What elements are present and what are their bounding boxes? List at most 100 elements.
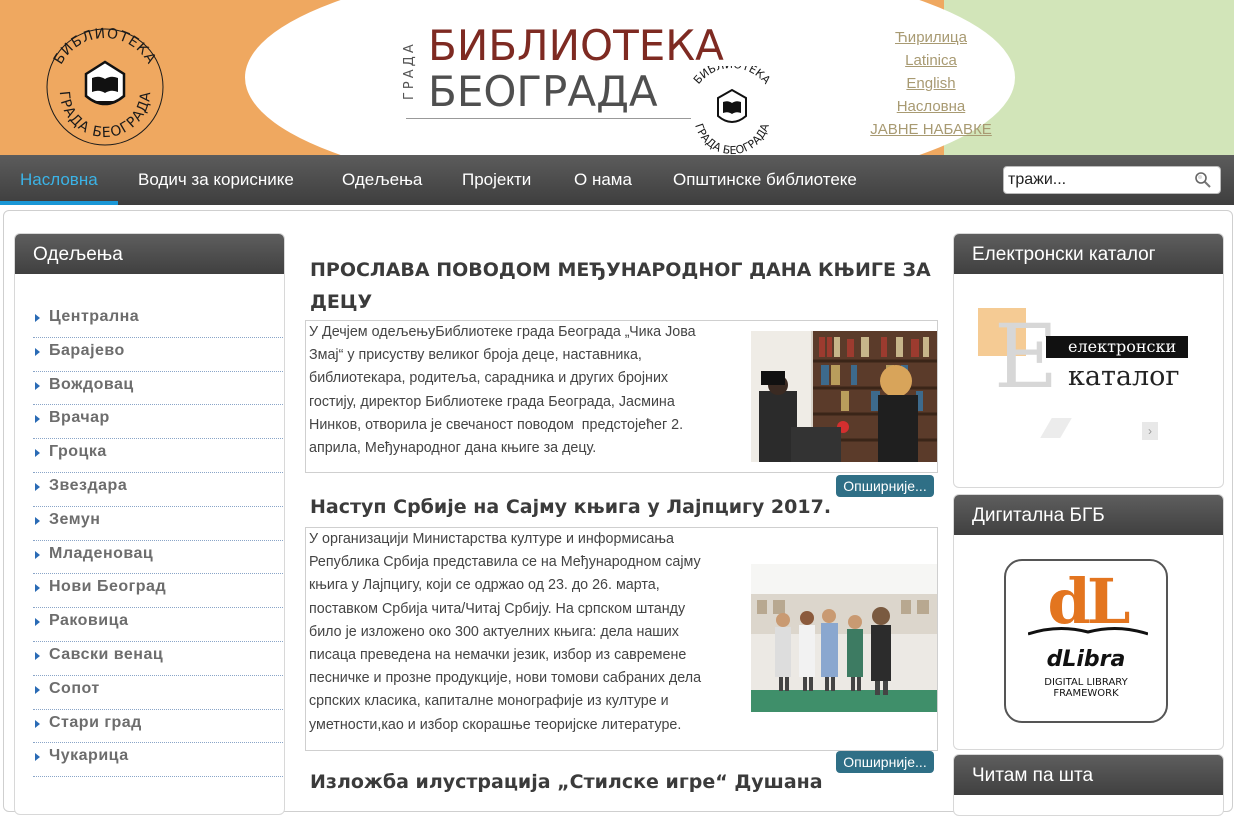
sidebar-title: Одељења [15, 234, 284, 274]
nav-projects[interactable]: Пројекти [462, 155, 531, 205]
arrow-bullet-icon [35, 584, 40, 593]
article-2-photo[interactable] [751, 564, 937, 712]
article-text-line: Република Србија представила се на Међун… [309, 554, 701, 571]
arrow-bullet-icon [35, 618, 40, 627]
dlibra-subtitle-1: DIGITAL LIBRARY [1044, 677, 1128, 688]
language-links: Ћирилица Latinica English Насловна ЈАВНЕ… [866, 26, 996, 141]
article-1-title[interactable]: ПРОСЛАВА ПОВОДОМ МЕЂУНАРОДНОГ ДАНА КЊИГЕ… [310, 254, 931, 318]
sidebar-item-8[interactable]: Нови Београд [33, 574, 283, 609]
arrow-bullet-icon [35, 415, 40, 424]
sidebar-item-6[interactable]: Земун [33, 507, 283, 541]
arrow-bullet-icon [35, 753, 40, 762]
title-divider [406, 118, 691, 119]
sidebar-item-label: Чукарица [49, 747, 129, 765]
sidebar-item-0[interactable]: Централна [33, 304, 283, 338]
electronic-catalog-widget: Електронски каталог E електронски катало… [953, 233, 1224, 488]
sidebar-item-label: Централна [49, 308, 140, 325]
nav-municipal-libraries[interactable]: Општинске библиотеке [673, 155, 857, 205]
article-1-title-line-1: ПРОСЛАВА ПОВОДОМ МЕЂУНАРОДНОГ ДАНА КЊИГЕ… [310, 259, 931, 281]
sidebar-item-label: Младеновац [49, 544, 154, 562]
library-seal-logo[interactable]: БИБЛИОТЕКА ГРАДА БЕОГРАДА [44, 26, 166, 148]
sidebar-item-label: Барајево [49, 341, 125, 359]
search-input[interactable] [1008, 170, 1188, 190]
article-text-line: књига у Лајпцигу, који се одржао од 23. … [309, 577, 660, 594]
arrow-bullet-icon [35, 550, 40, 559]
dlibra-logo[interactable]: dL dLibra DIGITAL LIBRARY FRAMEWORK [1004, 559, 1168, 723]
dlibra-book-icon [1027, 623, 1149, 636]
home-link[interactable]: Насловна [866, 95, 996, 118]
catalog-word-1: електронски [1068, 337, 1177, 356]
article-1-body: У Дечјем одељењуБиблиотеке града Београд… [305, 320, 938, 473]
article-text-line: било је изложено око 300 актуелних књига… [309, 623, 679, 640]
dlibra-name: dLibra [1046, 647, 1126, 672]
catalog-widget-title: Електронски каталог [954, 234, 1223, 274]
sidebar-item-label: Савски венац [49, 645, 164, 663]
search-icon[interactable] [1194, 171, 1212, 189]
lang-english-link[interactable]: English [866, 72, 996, 95]
sidebar-item-12[interactable]: Стари град [33, 710, 283, 744]
article-text-line: српских класика, капиталне монографије и… [309, 693, 669, 710]
lang-cyrillic-link[interactable]: Ћирилица [866, 26, 996, 49]
nav-departments[interactable]: Одељења [342, 155, 422, 205]
sidebar-item-13[interactable]: Чукарица [33, 743, 283, 778]
article-2-title-line-1: Наступ Србије на Сајму књига у Лајпцигу … [310, 496, 832, 518]
title-line-1: БИБЛИОТЕКА [428, 21, 724, 70]
small-seal-logo: БИБЛИОТЕКА ГРАДА БЕОГРАДА [680, 66, 784, 155]
article-3-title-line-1: Изложба илустрација „Стилске игре“ Душан… [310, 771, 823, 793]
digital-widget-title: Дигитална БГБ [954, 495, 1223, 535]
departments-sidebar: Одељења Централна Барајево Вождовац Врачар Г… [14, 233, 285, 815]
sidebar-item-9[interactable]: Раковица [33, 608, 283, 642]
nav-user-guide[interactable]: Водич за кориснике [138, 155, 294, 205]
article-text-line: Нинков, отворила је свечаност поводом пр… [309, 416, 684, 433]
arrow-bullet-icon [35, 482, 40, 491]
article-1-more-button[interactable]: Опширније... [836, 475, 934, 497]
article-text-line: Змај“ у присуству великог броја деце, на… [309, 347, 642, 364]
article-1-photo[interactable] [751, 331, 937, 462]
article-text-line: библиотекара, родитеља, сарадника и друг… [309, 370, 669, 387]
sidebar-item-label: Гроцка [49, 443, 107, 461]
nav-home[interactable]: Насловна [20, 155, 98, 205]
sidebar-item-11[interactable]: Сопот [33, 676, 283, 710]
sidebar-item-4[interactable]: Гроцка [33, 439, 283, 473]
search-box [1003, 166, 1221, 194]
arrow-bullet-icon [35, 381, 40, 390]
lang-latinica-link[interactable]: Latinica [866, 49, 996, 72]
site-header: БИБЛИОТЕКА ГРАДА БЕОГРАДА ГРАДА БИБЛИОТЕ… [0, 0, 1234, 155]
arrow-bullet-icon [35, 685, 40, 694]
article-text-line: априла, Међународног дана књиге за децу. [309, 440, 597, 457]
article-2-text: У организацији Министарства културе и ин… [309, 528, 701, 737]
article-text-line: писаца преведена на немачки језик, избор… [309, 647, 687, 664]
sidebar-item-7[interactable]: Младеновац [33, 541, 283, 575]
sidebar-item-10[interactable]: Савски венац [33, 642, 283, 676]
svg-text:БИБЛИОТЕКА: БИБЛИОТЕКА [691, 66, 773, 87]
sidebar-item-2[interactable]: Вождовац [33, 372, 283, 406]
article-2-title[interactable]: Наступ Србије на Сајму књига у Лајпцигу … [310, 491, 831, 523]
sidebar-item-label: Вождовац [49, 375, 134, 393]
sidebar-item-label: Нови Београд [49, 578, 167, 596]
arrow-bullet-icon [35, 449, 40, 458]
sidebar-item-label: Земун [49, 510, 101, 528]
arrow-bullet-icon [35, 719, 40, 728]
article-2-more-button[interactable]: Опширније... [836, 751, 934, 773]
article-1-text: У Дечјем одељењуБиблиотеке града Београд… [309, 321, 696, 460]
sidebar-item-label: Сопот [49, 679, 100, 697]
article-text-line: поставком Србија чита/Читај Србију. На с… [309, 600, 686, 617]
article-3-title[interactable]: Изложба илустрација „Стилске игре“ Душан… [310, 766, 823, 798]
dlibra-subtitle-2: FRAMEWORK [1053, 688, 1119, 699]
article-text-line: У Дечјем одељењуБиблиотеке града Београд… [309, 324, 696, 340]
nav-about[interactable]: О нама [574, 155, 632, 205]
article-text-line: У организацији Министарства културе и ин… [309, 531, 674, 547]
catalog-banner[interactable]: E електронски каталог › [976, 306, 1191, 448]
article-text-line: уметности,као и избор скорашње теоријске… [309, 716, 682, 733]
nav-active-indicator [0, 201, 118, 205]
sidebar-item-5[interactable]: Звездара [33, 473, 283, 507]
read-widget: Читам па шта [953, 754, 1224, 816]
sidebar-item-3[interactable]: Врачар [33, 405, 283, 440]
article-1-title-line-2: ДЕЦУ [310, 291, 373, 313]
arrow-bullet-icon [35, 516, 40, 525]
catalog-next-arrow-icon[interactable]: › [1142, 422, 1158, 440]
sidebar-item-1[interactable]: Барајево [33, 338, 283, 372]
public-procurement-link[interactable]: ЈАВНЕ НАБАВКЕ [866, 118, 996, 141]
arrow-bullet-icon [35, 651, 40, 660]
catalog-word-2: каталог [1068, 361, 1180, 392]
